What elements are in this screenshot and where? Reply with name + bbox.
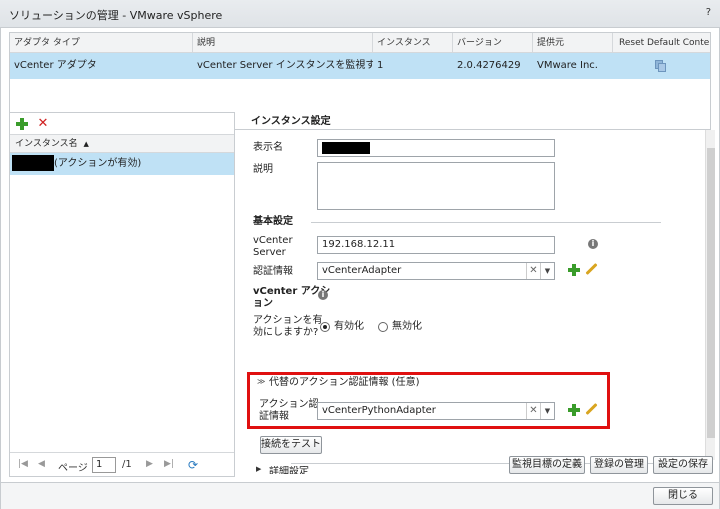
page-total: /1 xyxy=(122,459,132,470)
list-item[interactable]: (アクションが有効) xyxy=(10,153,234,175)
action-credential-label-line2: 証情報 xyxy=(259,411,289,422)
redacted-instance-name xyxy=(12,155,54,171)
add-instance-icon[interactable] xyxy=(16,118,28,130)
test-connection-button[interactable]: 接続をテスト xyxy=(260,436,322,454)
col-instances[interactable]: インスタンス xyxy=(373,33,453,53)
cell-adapter-type: vCenter アダプタ xyxy=(14,60,97,71)
display-name-label: 表示名 xyxy=(253,142,283,153)
vcenter-action-label-line2: ョン xyxy=(253,298,273,309)
enable-action-label-line2: 効にしますか? xyxy=(253,327,319,338)
action-credential-label-line1: アクション認 xyxy=(259,399,319,410)
cell-description: vCenter Server インスタンスを監視する... xyxy=(197,60,373,71)
first-page-icon[interactable]: |◀ xyxy=(18,459,28,469)
save-settings-button[interactable]: 設定の保存 xyxy=(653,456,713,474)
add-credential-icon[interactable] xyxy=(568,264,580,276)
vcenter-server-label-line2: Server xyxy=(253,247,286,258)
expand-icon[interactable]: ▶ xyxy=(256,465,261,473)
instance-status: (アクションが有効) xyxy=(54,158,142,169)
description-label: 説明 xyxy=(253,164,273,175)
enable-radio[interactable] xyxy=(320,322,330,332)
help-icon[interactable]: ? xyxy=(706,7,711,18)
vcenter-server-field[interactable]: 192.168.12.11 xyxy=(317,236,555,254)
window-titlebar: ソリューションの管理 - VMware vSphere ? xyxy=(0,0,720,28)
credential-label: 認証情報 xyxy=(253,266,293,277)
collapse-icon[interactable]: ≫ xyxy=(257,377,265,386)
edit-credential-icon[interactable] xyxy=(585,263,598,276)
vcenter-server-label-line1: vCenter xyxy=(253,235,293,246)
chevron-down-icon[interactable]: ▼ xyxy=(540,403,554,419)
delete-instance-icon[interactable]: ✕ xyxy=(37,117,49,130)
credential-select[interactable]: vCenterAdapter ✕ ▼ xyxy=(317,262,555,280)
col-adapter-type[interactable]: アダプタ タイプ xyxy=(10,33,193,53)
instance-settings-panel: インスタンス設定 表示名 説明 基本設定 vCenter Server 192.… xyxy=(241,112,719,477)
advanced-settings-label[interactable]: 詳細設定 xyxy=(269,466,309,474)
window-title: ソリューションの管理 - VMware vSphere xyxy=(9,9,223,22)
sort-asc-icon: ▲ xyxy=(83,140,89,148)
basic-settings-divider xyxy=(311,222,661,223)
settings-title: インスタンス設定 xyxy=(251,116,331,127)
action-credential-value: vCenterPythonAdapter xyxy=(322,405,436,416)
page-label: ページ xyxy=(58,463,88,474)
last-page-icon[interactable]: ▶| xyxy=(164,459,174,469)
alt-credential-title[interactable]: 代替のアクション認証情報 (任意) xyxy=(269,377,419,389)
col-vendor[interactable]: 提供元 xyxy=(533,33,613,53)
disable-radio-label: 無効化 xyxy=(392,321,422,332)
col-reset-default[interactable]: Reset Default Content xyxy=(613,33,710,53)
page-input[interactable]: 1 xyxy=(92,457,116,473)
disable-radio[interactable] xyxy=(378,322,388,332)
info-icon[interactable]: i xyxy=(318,290,328,300)
description-field[interactable] xyxy=(317,162,555,210)
credential-value: vCenterAdapter xyxy=(322,265,402,276)
col-description[interactable]: 説明 xyxy=(193,33,373,53)
instance-toolbar: ✕ xyxy=(10,113,234,135)
enable-radio-label: 有効化 xyxy=(334,321,364,332)
edit-action-credential-icon[interactable] xyxy=(585,403,598,416)
display-name-field[interactable] xyxy=(317,139,555,157)
manage-registration-button[interactable]: 登録の管理 xyxy=(590,456,648,474)
close-button[interactable]: 閉じる xyxy=(653,487,713,505)
clear-icon[interactable]: ✕ xyxy=(526,403,540,419)
chevron-down-icon[interactable]: ▼ xyxy=(540,263,554,279)
prev-page-icon[interactable]: ◀ xyxy=(38,459,45,469)
cell-instances: 1 xyxy=(377,60,384,71)
info-icon[interactable]: i xyxy=(588,239,598,249)
scrollbar-thumb[interactable] xyxy=(707,148,715,438)
adapter-table-header: アダプタ タイプ 説明 インスタンス バージョン 提供元 Reset Defau… xyxy=(10,33,710,53)
add-action-credential-icon[interactable] xyxy=(568,404,580,416)
dialog-body: アダプタ タイプ 説明 インスタンス バージョン 提供元 Reset Defau… xyxy=(0,28,720,509)
enable-action-label-line1: アクションを有 xyxy=(253,315,323,326)
next-page-icon[interactable]: ▶ xyxy=(146,459,153,469)
reset-content-icon[interactable] xyxy=(655,60,667,72)
instance-name-header[interactable]: インスタンス名 ▲ xyxy=(10,135,234,153)
refresh-icon[interactable]: ⟳ xyxy=(188,458,198,472)
define-targets-button[interactable]: 監視目標の定義 xyxy=(509,456,585,474)
cell-vendor: VMware Inc. xyxy=(537,60,598,71)
clear-icon[interactable]: ✕ xyxy=(526,263,540,279)
instance-panel: ✕ インスタンス名 ▲ (アクションが有効) |◀ ◀ ページ 1 /1 ▶ ▶… xyxy=(9,112,235,477)
action-credential-select[interactable]: vCenterPythonAdapter ✕ ▼ xyxy=(317,402,555,420)
pager: |◀ ◀ ページ 1 /1 ▶ ▶| ⟳ xyxy=(10,452,234,476)
basic-settings-title: 基本設定 xyxy=(253,216,293,227)
instance-name-header-label: インスタンス名 xyxy=(15,139,78,149)
col-version[interactable]: バージョン xyxy=(453,33,533,53)
table-row[interactable]: vCenter アダプタ vCenter Server インスタンスを監視する.… xyxy=(10,53,710,79)
dialog-footer: 閉じる xyxy=(1,482,719,509)
settings-scrollbar[interactable] xyxy=(705,130,715,460)
redacted-display-name xyxy=(322,142,370,154)
cell-version: 2.0.4276429 xyxy=(457,60,521,71)
